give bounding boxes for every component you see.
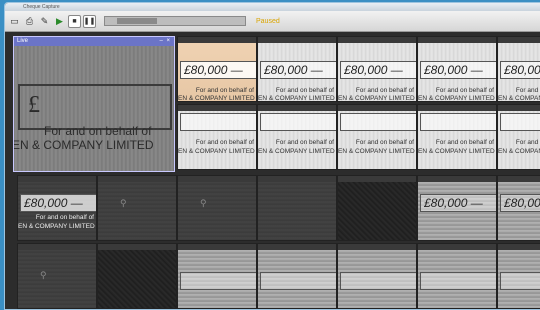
payee-line1: For and on behalf of bbox=[435, 87, 494, 94]
thumbnail-tile[interactable]: £80,000 — For and on behalf of EN & COMP… bbox=[177, 36, 257, 102]
amount-box: £80,000 — bbox=[500, 194, 540, 212]
thumbnail-tile[interactable] bbox=[417, 243, 497, 309]
payee-line2: EN & COMPANY LIMITED bbox=[338, 95, 415, 102]
amount-box bbox=[260, 272, 336, 290]
thumbnail-tile[interactable]: For and on behalf of EN & COMPANY LIMITE… bbox=[417, 104, 497, 170]
window-controls[interactable]: – × bbox=[159, 37, 174, 46]
thumbnail-tile[interactable]: ⚲ bbox=[177, 175, 257, 241]
thumbnail-tile[interactable] bbox=[337, 175, 417, 241]
thumbnail-tile[interactable]: £80,000 — For and on behalf of EN & COMP… bbox=[497, 36, 540, 102]
amount-box bbox=[340, 113, 416, 131]
payee-line2: EN & COMPANY LIMITED bbox=[178, 95, 255, 102]
live-preview: £ For and on behalf of EN & COMPANY LIMI… bbox=[14, 46, 174, 171]
payee-line1: For and on behalf of bbox=[515, 87, 540, 94]
magnifier-icon: ⚲ bbox=[200, 198, 207, 208]
stop-icon[interactable]: ■ bbox=[68, 14, 81, 28]
magnifier-icon: ⚲ bbox=[40, 270, 47, 280]
amount-box bbox=[340, 272, 416, 290]
thumbnail-tile[interactable] bbox=[337, 243, 417, 309]
thumbnail-tile[interactable]: £80,000 — For and on behalf of EN & COMP… bbox=[337, 36, 417, 102]
thumbnail-tile[interactable]: £80,000 — bbox=[497, 175, 540, 241]
payee-line1: For and on behalf of bbox=[275, 87, 334, 94]
thumbnail-tile[interactable]: £80,000 — For and on behalf of EN & COMP… bbox=[417, 36, 497, 102]
amount-box bbox=[180, 272, 256, 290]
payee-line1: For and on behalf of bbox=[435, 139, 494, 146]
payee-line1: For and on behalf of bbox=[275, 139, 334, 146]
print-icon[interactable]: ⎙ bbox=[23, 15, 36, 28]
image-icon[interactable]: ▭ bbox=[8, 15, 21, 28]
payee-line2: EN & COMPANY LIMITED bbox=[178, 148, 255, 155]
amount-box bbox=[420, 113, 496, 131]
amount-box: £80,000 — bbox=[340, 61, 416, 79]
payee-line1: For and on behalf of bbox=[35, 214, 94, 221]
thumbnail-tile[interactable]: For and on behalf of EN & COMPANY LIMITE… bbox=[177, 104, 257, 170]
payee-line2: EN & COMPANY LIMITED bbox=[498, 95, 540, 102]
thumbnail-tile[interactable] bbox=[257, 175, 337, 241]
window-titlebar: Cheque Capture bbox=[5, 3, 540, 11]
thumbnail-tile[interactable] bbox=[177, 243, 257, 309]
amount-box: £80,000 — bbox=[180, 61, 256, 79]
live-line1: For and on behalf of bbox=[44, 124, 152, 138]
thumbnail-tile[interactable]: £80,000 — For and on behalf of EN & COMP… bbox=[17, 175, 97, 241]
thumbnail-tile[interactable]: For and on behalf of EN & COMPANY LIMITE… bbox=[497, 104, 540, 170]
payee-line2: EN & COMPANY LIMITED bbox=[498, 148, 540, 155]
payee-line2: EN & COMPANY LIMITED bbox=[418, 95, 495, 102]
amount-box: £80,000 — bbox=[500, 61, 540, 79]
amount-box bbox=[260, 113, 336, 131]
amount-box: £80,000 — bbox=[420, 194, 496, 212]
live-window[interactable]: Live – × £ For and on behalf of EN & COM… bbox=[13, 36, 175, 172]
thumbnail-tile[interactable]: £80,000 — bbox=[417, 175, 497, 241]
pause-icon[interactable]: ❚❚ bbox=[83, 14, 96, 28]
payee-line2: EN & COMPANY LIMITED bbox=[258, 148, 335, 155]
pound-sign: £ bbox=[28, 92, 40, 118]
thumbnail-tile[interactable] bbox=[97, 243, 177, 309]
live-titlebar[interactable]: Live – × bbox=[14, 37, 174, 46]
payee-line2: EN & COMPANY LIMITED bbox=[338, 148, 415, 155]
progress-bar bbox=[104, 16, 246, 26]
amount-box: £80,000 — bbox=[420, 61, 496, 79]
thumbnail-tile[interactable]: For and on behalf of EN & COMPANY LIMITE… bbox=[337, 104, 417, 170]
amount-box bbox=[500, 272, 540, 290]
window-title: Cheque Capture bbox=[23, 4, 60, 10]
amount-box bbox=[420, 272, 496, 290]
live-title: Live bbox=[17, 38, 29, 44]
live-line2: EN & COMPANY LIMITED bbox=[14, 138, 154, 152]
play-icon[interactable]: ▶ bbox=[53, 15, 66, 28]
payee-line1: For and on behalf of bbox=[515, 139, 540, 146]
thumbnail-tile[interactable] bbox=[497, 243, 540, 309]
status-text: Paused bbox=[256, 17, 280, 25]
thumbnail-tile[interactable] bbox=[257, 243, 337, 309]
amount-box: £80,000 — bbox=[260, 61, 336, 79]
toolbar: ▭ ⎙ ✎ ▶ ■ ❚❚ Paused bbox=[5, 11, 540, 32]
payee-line1: For and on behalf of bbox=[195, 87, 254, 94]
edit-icon[interactable]: ✎ bbox=[38, 15, 51, 28]
thumbnail-grid: Live – × £ For and on behalf of EN & COM… bbox=[5, 33, 540, 309]
amount-box bbox=[180, 113, 256, 131]
payee-line1: For and on behalf of bbox=[195, 139, 254, 146]
payee-line1: For and on behalf of bbox=[355, 139, 414, 146]
amount-box: £80,000 — bbox=[20, 194, 96, 212]
payee-line1: For and on behalf of bbox=[355, 87, 414, 94]
payee-line2: EN & COMPANY LIMITED bbox=[418, 148, 495, 155]
thumbnail-tile[interactable]: ⚲ bbox=[17, 243, 97, 309]
thumbnail-tile[interactable]: For and on behalf of EN & COMPANY LIMITE… bbox=[257, 104, 337, 170]
payee-line2: EN & COMPANY LIMITED bbox=[18, 223, 95, 230]
magnifier-icon: ⚲ bbox=[120, 198, 127, 208]
payee-line2: EN & COMPANY LIMITED bbox=[258, 95, 335, 102]
thumbnail-tile[interactable]: ⚲ bbox=[97, 175, 177, 241]
app-window: Cheque Capture ▭ ⎙ ✎ ▶ ■ ❚❚ Paused Live … bbox=[4, 2, 540, 310]
amount-box bbox=[500, 113, 540, 131]
thumbnail-tile[interactable]: £80,000 — For and on behalf of EN & COMP… bbox=[257, 36, 337, 102]
